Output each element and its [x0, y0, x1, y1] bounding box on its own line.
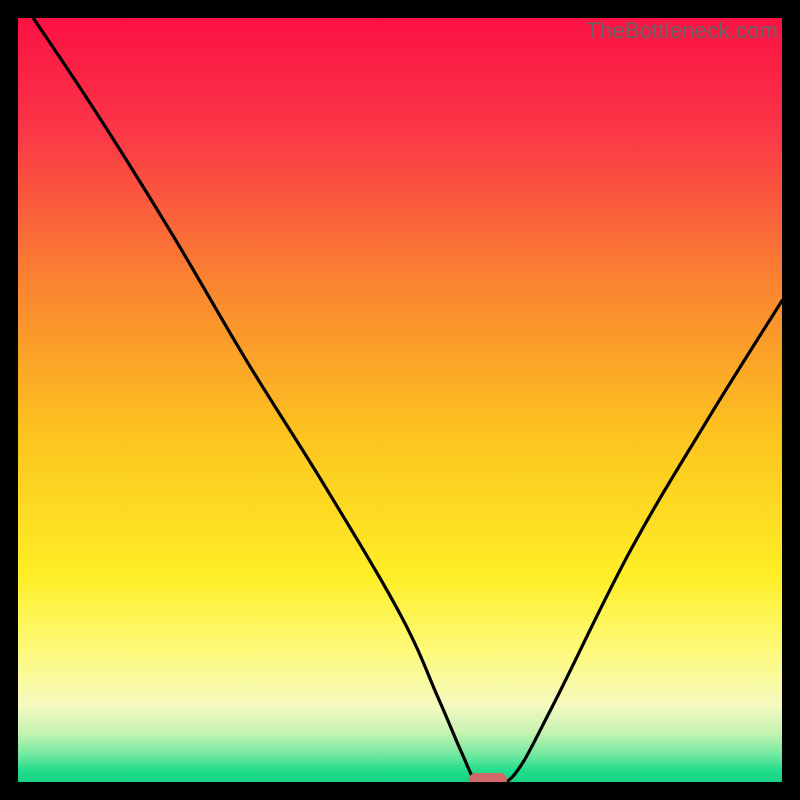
chart-plot-area — [18, 18, 782, 782]
bottleneck-curve — [33, 18, 782, 782]
watermark-text: TheBottleneck.com — [586, 18, 778, 44]
chart-frame: TheBottleneck.com — [18, 18, 782, 782]
optimal-range-marker — [469, 773, 507, 782]
